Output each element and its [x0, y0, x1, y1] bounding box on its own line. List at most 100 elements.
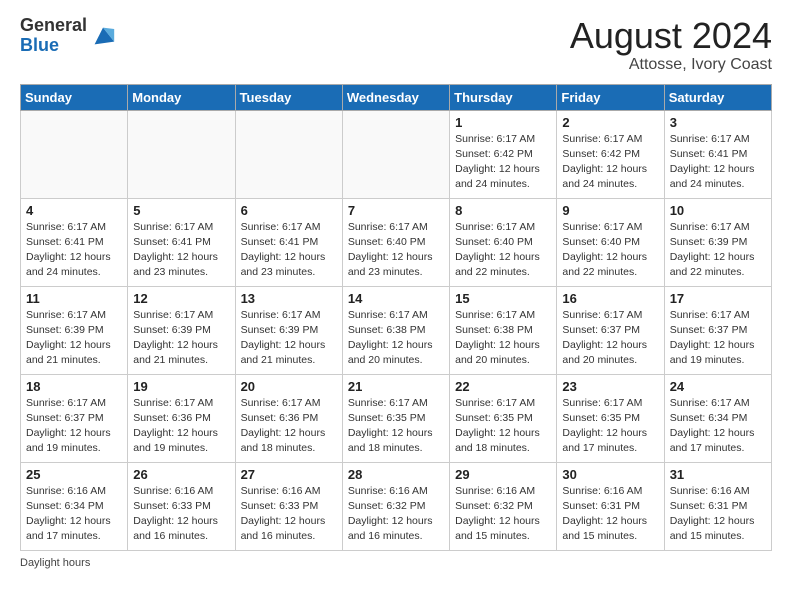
day-number: 18: [26, 379, 122, 394]
day-number: 26: [133, 467, 229, 482]
day-detail: Sunrise: 6:17 AM Sunset: 6:34 PM Dayligh…: [670, 396, 766, 457]
calendar-cell: 29 Sunrise: 6:16 AM Sunset: 6:32 PM Dayli…: [450, 462, 557, 550]
day-detail: Sunrise: 6:16 AM Sunset: 6:33 PM Dayligh…: [241, 484, 337, 545]
calendar-header-friday: Friday: [557, 84, 664, 110]
day-number: 5: [133, 203, 229, 218]
calendar-cell: 4Sunrise: 6:17 AM Sunset: 6:41 PM Daylig…: [21, 198, 128, 286]
calendar-header-sunday: Sunday: [21, 84, 128, 110]
calendar-week-5: 25Sunrise: 6:16 AM Sunset: 6:34 PM Dayli…: [21, 462, 772, 550]
day-detail: Sunrise: 6:17 AM Sunset: 6:40 PM Dayligh…: [348, 220, 444, 281]
day-detail: Sunrise: 6:17 AM Sunset: 6:39 PM Dayligh…: [241, 308, 337, 369]
logo-general-text: General: [20, 15, 87, 35]
day-number: 28: [348, 467, 444, 482]
day-number: 29: [455, 467, 551, 482]
day-number: 20: [241, 379, 337, 394]
calendar-table: SundayMondayTuesdayWednesdayThursdayFrid…: [20, 84, 772, 551]
day-detail: Sunrise: 6:17 AM Sunset: 6:36 PM Dayligh…: [241, 396, 337, 457]
logo-icon: [89, 22, 117, 50]
calendar-week-2: 4Sunrise: 6:17 AM Sunset: 6:41 PM Daylig…: [21, 198, 772, 286]
calendar-cell: 31 Sunrise: 6:16 AM Sunset: 6:31 PM Dayli…: [664, 462, 771, 550]
calendar-cell: 30Sunrise: 6:16 AM Sunset: 6:31 PM Dayli…: [557, 462, 664, 550]
day-detail: Sunrise: 6:17 AM Sunset: 6:37 PM Dayligh…: [670, 308, 766, 369]
page: General Blue August 2024 Attosse, Ivory …: [0, 0, 792, 579]
day-number: 24: [670, 379, 766, 394]
day-detail: Sunrise: 6:17 AM Sunset: 6:41 PM Dayligh…: [670, 132, 766, 193]
calendar-header-thursday: Thursday: [450, 84, 557, 110]
calendar-cell: 20 Sunrise: 6:17 AM Sunset: 6:36 PM Dayli…: [235, 374, 342, 462]
day-detail: Sunrise: 6:17 AM Sunset: 6:35 PM Dayligh…: [455, 396, 551, 457]
month-year-title: August 2024: [570, 16, 772, 56]
day-detail: Sunrise: 6:17 AM Sunset: 6:35 PM Dayligh…: [562, 396, 658, 457]
title-block: August 2024 Attosse, Ivory Coast: [570, 16, 772, 74]
day-detail: Sunrise: 6:17 AM Sunset: 6:40 PM Dayligh…: [455, 220, 551, 281]
calendar-week-4: 18Sunrise: 6:17 AM Sunset: 6:37 PM Dayli…: [21, 374, 772, 462]
day-number: 7: [348, 203, 444, 218]
day-number: 6: [241, 203, 337, 218]
day-number: 2: [562, 115, 658, 130]
day-detail: Sunrise: 6:17 AM Sunset: 6:35 PM Dayligh…: [348, 396, 444, 457]
calendar-cell: 16Sunrise: 6:17 AM Sunset: 6:37 PM Dayli…: [557, 286, 664, 374]
calendar-cell: 1Sunrise: 6:17 AM Sunset: 6:42 PM Daylig…: [450, 110, 557, 198]
calendar-cell: 23Sunrise: 6:17 AM Sunset: 6:35 PM Dayli…: [557, 374, 664, 462]
calendar-cell: 3 Sunrise: 6:17 AM Sunset: 6:41 PM Daylig…: [664, 110, 771, 198]
day-detail: Sunrise: 6:17 AM Sunset: 6:36 PM Dayligh…: [133, 396, 229, 457]
calendar-cell: 24 Sunrise: 6:17 AM Sunset: 6:34 PM Dayli…: [664, 374, 771, 462]
calendar-cell: 26Sunrise: 6:16 AM Sunset: 6:33 PM Dayli…: [128, 462, 235, 550]
calendar-cell: 28 Sunrise: 6:16 AM Sunset: 6:32 PM Dayli…: [342, 462, 449, 550]
day-detail: Sunrise: 6:17 AM Sunset: 6:41 PM Dayligh…: [241, 220, 337, 281]
day-detail: Sunrise: 6:17 AM Sunset: 6:40 PM Dayligh…: [562, 220, 658, 281]
day-detail: Sunrise: 6:16 AM Sunset: 6:32 PM Dayligh…: [348, 484, 444, 545]
day-detail: Sunrise: 6:17 AM Sunset: 6:38 PM Dayligh…: [455, 308, 551, 369]
calendar-cell: 14 Sunrise: 6:17 AM Sunset: 6:38 PM Dayli…: [342, 286, 449, 374]
day-number: 17: [670, 291, 766, 306]
calendar-week-3: 11 Sunrise: 6:17 AM Sunset: 6:39 PM Dayli…: [21, 286, 772, 374]
day-number: 15: [455, 291, 551, 306]
day-detail: Sunrise: 6:16 AM Sunset: 6:34 PM Dayligh…: [26, 484, 122, 545]
logo: General Blue: [20, 16, 117, 56]
calendar-header-wednesday: Wednesday: [342, 84, 449, 110]
header: General Blue August 2024 Attosse, Ivory …: [20, 16, 772, 74]
calendar-header-saturday: Saturday: [664, 84, 771, 110]
calendar-cell: 25Sunrise: 6:16 AM Sunset: 6:34 PM Dayli…: [21, 462, 128, 550]
day-detail: Sunrise: 6:17 AM Sunset: 6:41 PM Dayligh…: [26, 220, 122, 281]
calendar-cell: 2 Sunrise: 6:17 AM Sunset: 6:42 PM Daylig…: [557, 110, 664, 198]
calendar-cell: 13 Sunrise: 6:17 AM Sunset: 6:39 PM Dayli…: [235, 286, 342, 374]
day-number: 14: [348, 291, 444, 306]
day-detail: Sunrise: 6:17 AM Sunset: 6:39 PM Dayligh…: [133, 308, 229, 369]
calendar-cell: 12 Sunrise: 6:17 AM Sunset: 6:39 PM Dayli…: [128, 286, 235, 374]
day-detail: Sunrise: 6:16 AM Sunset: 6:31 PM Dayligh…: [670, 484, 766, 545]
calendar-cell: 6 Sunrise: 6:17 AM Sunset: 6:41 PM Daylig…: [235, 198, 342, 286]
day-number: 22: [455, 379, 551, 394]
calendar-cell: [235, 110, 342, 198]
calendar-week-1: 1Sunrise: 6:17 AM Sunset: 6:42 PM Daylig…: [21, 110, 772, 198]
day-number: 19: [133, 379, 229, 394]
calendar-cell: 15 Sunrise: 6:17 AM Sunset: 6:38 PM Dayli…: [450, 286, 557, 374]
day-detail: Sunrise: 6:16 AM Sunset: 6:32 PM Dayligh…: [455, 484, 551, 545]
calendar-cell: 21 Sunrise: 6:17 AM Sunset: 6:35 PM Dayli…: [342, 374, 449, 462]
day-number: 21: [348, 379, 444, 394]
day-number: 9: [562, 203, 658, 218]
day-number: 3: [670, 115, 766, 130]
calendar-header-row: SundayMondayTuesdayWednesdayThursdayFrid…: [21, 84, 772, 110]
day-number: 12: [133, 291, 229, 306]
calendar-cell: 7 Sunrise: 6:17 AM Sunset: 6:40 PM Daylig…: [342, 198, 449, 286]
calendar-cell: 11Sunrise: 6:17 AM Sunset: 6:39 PM Dayli…: [21, 286, 128, 374]
day-detail: Sunrise: 6:17 AM Sunset: 6:42 PM Dayligh…: [562, 132, 658, 193]
day-number: 13: [241, 291, 337, 306]
calendar-header-monday: Monday: [128, 84, 235, 110]
day-number: 8: [455, 203, 551, 218]
calendar-cell: 8 Sunrise: 6:17 AM Sunset: 6:40 PM Daylig…: [450, 198, 557, 286]
calendar-cell: 18Sunrise: 6:17 AM Sunset: 6:37 PM Dayli…: [21, 374, 128, 462]
calendar-header-tuesday: Tuesday: [235, 84, 342, 110]
calendar-cell: 9 Sunrise: 6:17 AM Sunset: 6:40 PM Daylig…: [557, 198, 664, 286]
day-number: 11: [26, 291, 122, 306]
day-detail: Sunrise: 6:17 AM Sunset: 6:37 PM Dayligh…: [562, 308, 658, 369]
day-detail: Sunrise: 6:17 AM Sunset: 6:39 PM Dayligh…: [670, 220, 766, 281]
day-detail: Sunrise: 6:17 AM Sunset: 6:38 PM Dayligh…: [348, 308, 444, 369]
calendar-cell: 22 Sunrise: 6:17 AM Sunset: 6:35 PM Dayli…: [450, 374, 557, 462]
day-detail: Sunrise: 6:16 AM Sunset: 6:31 PM Dayligh…: [562, 484, 658, 545]
day-number: 31: [670, 467, 766, 482]
day-number: 27: [241, 467, 337, 482]
day-number: 10: [670, 203, 766, 218]
calendar-cell: [21, 110, 128, 198]
